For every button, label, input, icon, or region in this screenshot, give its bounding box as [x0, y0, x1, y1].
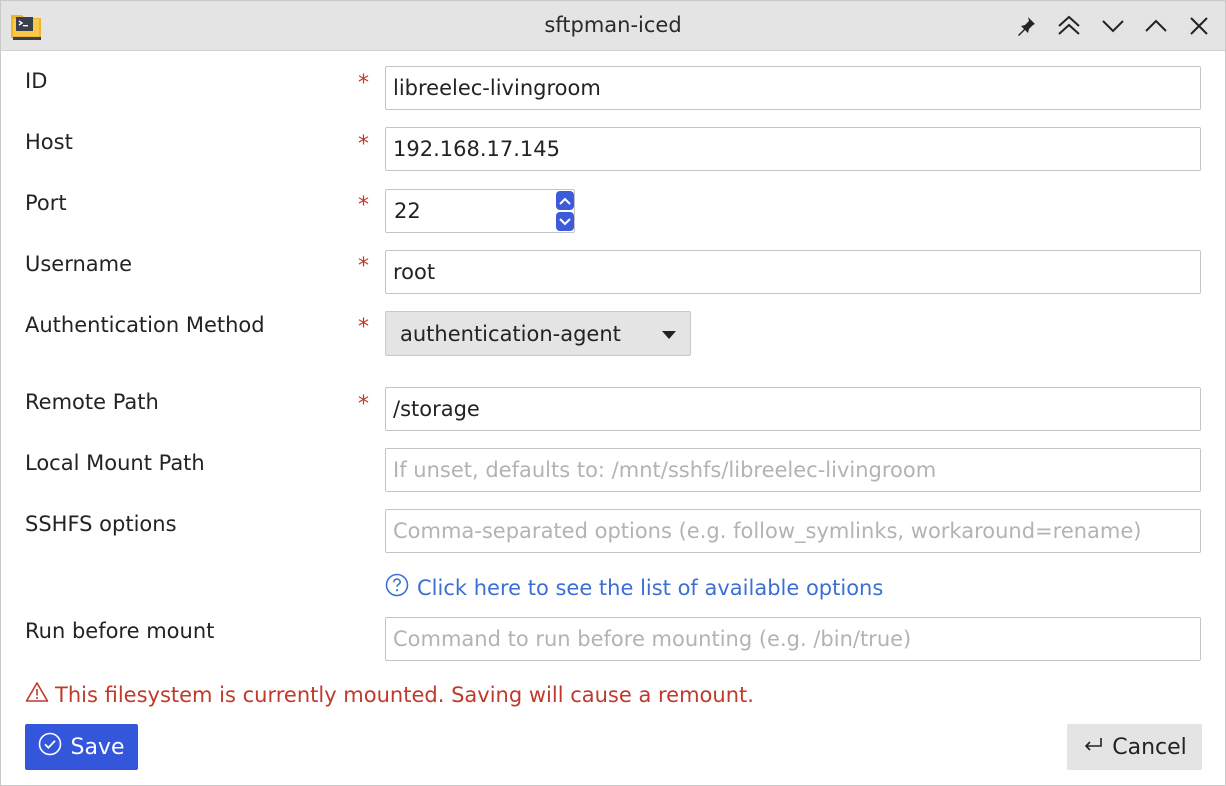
port-label: Port	[25, 191, 67, 215]
chevron-down-icon	[662, 331, 676, 339]
check-circle-icon	[38, 732, 62, 762]
host-field[interactable]	[385, 127, 1201, 171]
auth-method-label: Authentication Method	[25, 313, 265, 337]
username-label: Username	[25, 252, 133, 276]
local-mount-path-label: Local Mount Path	[25, 451, 205, 475]
auth-method-required-marker: *	[358, 315, 369, 340]
save-button[interactable]: Save	[25, 724, 138, 770]
help-link-label[interactable]: Click here to see the list of available …	[417, 576, 883, 600]
sshfs-options-label: SSHFS options	[25, 512, 177, 536]
id-field[interactable]	[385, 66, 1201, 110]
warning-triangle-icon	[25, 681, 49, 708]
auth-method-select[interactable]: authentication-agent	[385, 311, 691, 356]
remote-path-label: Remote Path	[25, 390, 159, 414]
remote-path-field[interactable]	[385, 387, 1201, 431]
id-label: ID	[25, 69, 48, 93]
pin-icon[interactable]	[1011, 11, 1041, 41]
run-before-mount-label: Run before mount	[25, 619, 215, 643]
auth-method-value: authentication-agent	[400, 322, 621, 346]
username-required-marker: *	[358, 254, 369, 279]
port-required-marker: *	[358, 193, 369, 218]
minimize-icon[interactable]	[1098, 11, 1128, 41]
remount-warning: This filesystem is currently mounted. Sa…	[25, 681, 754, 708]
local-mount-path-field[interactable]	[385, 448, 1201, 492]
return-arrow-icon	[1082, 735, 1104, 760]
app-window: sftpman-iced ID * libreelec-livingroom H…	[0, 0, 1226, 786]
title-bar[interactable]: sftpman-iced	[1, 1, 1225, 51]
question-circle-icon	[385, 573, 409, 602]
cancel-label: Cancel	[1112, 734, 1187, 760]
id-required-marker: *	[358, 71, 369, 96]
close-icon[interactable]	[1184, 11, 1214, 41]
maximize-icon[interactable]	[1141, 11, 1171, 41]
port-stepper[interactable]: 22	[385, 189, 575, 233]
sshfs-options-help-link[interactable]: Click here to see the list of available …	[385, 573, 883, 602]
host-label: Host	[25, 130, 73, 154]
port-value[interactable]: 22	[394, 199, 421, 223]
decrement-icon[interactable]	[556, 212, 574, 231]
remote-path-required-marker: *	[358, 392, 369, 417]
cancel-button[interactable]: Cancel	[1067, 724, 1202, 770]
save-label: Save	[70, 734, 125, 760]
run-before-mount-field[interactable]	[385, 617, 1201, 661]
increment-icon[interactable]	[556, 191, 574, 210]
keep-above-icon[interactable]	[1054, 11, 1084, 41]
username-field[interactable]	[385, 250, 1201, 294]
sshfs-options-field[interactable]	[385, 509, 1201, 553]
warning-text: This filesystem is currently mounted. Sa…	[55, 682, 754, 707]
window-title: sftpman-iced	[544, 13, 682, 37]
host-required-marker: *	[358, 132, 369, 157]
